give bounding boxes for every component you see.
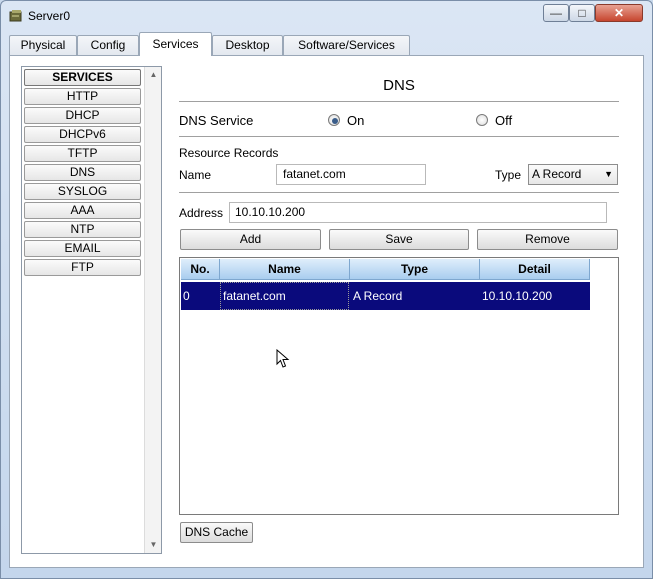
remove-button[interactable]: Remove xyxy=(477,229,618,250)
name-field[interactable]: fatanet.com xyxy=(276,164,426,185)
column-header-name[interactable]: Name xyxy=(220,259,350,280)
tab-physical[interactable]: Physical xyxy=(9,35,77,55)
page-title: DNS xyxy=(383,77,415,94)
window-title: Server0 xyxy=(28,9,71,23)
type-label: Type xyxy=(495,168,522,182)
address-label: Address xyxy=(179,206,224,220)
sidebar-item-ftp[interactable]: FTP xyxy=(24,259,141,276)
dns-on-label: On xyxy=(347,113,365,128)
resource-records-label: Resource Records xyxy=(179,146,279,160)
mouse-pointer-icon xyxy=(276,349,290,368)
add-button[interactable]: Add xyxy=(180,229,321,250)
address-field[interactable]: 10.10.10.200 xyxy=(229,202,607,223)
chevron-down-icon: ▼ xyxy=(604,169,613,179)
column-header-type[interactable]: Type xyxy=(350,259,480,280)
type-select[interactable]: A Record ▼ xyxy=(528,164,618,185)
column-header-no[interactable]: No. xyxy=(181,259,220,280)
tab-config[interactable]: Config xyxy=(77,35,139,55)
divider xyxy=(179,192,619,193)
close-button[interactable]: ✕ xyxy=(595,4,643,22)
services-header: SERVICES xyxy=(24,69,141,86)
sidebar-item-aaa[interactable]: AAA xyxy=(24,202,141,219)
tab-desktop[interactable]: Desktop xyxy=(212,35,283,55)
minimize-button[interactable]: — xyxy=(543,4,569,22)
save-button[interactable]: Save xyxy=(329,229,469,250)
tab-software-services[interactable]: Software/Services xyxy=(283,35,410,55)
tab-services[interactable]: Services xyxy=(139,32,212,56)
divider xyxy=(179,136,619,137)
dns-off-radio[interactable] xyxy=(476,114,488,126)
dns-service-label: DNS Service xyxy=(179,113,254,128)
sidebar-item-ntp[interactable]: NTP xyxy=(24,221,141,238)
sidebar-item-dhcp[interactable]: DHCP xyxy=(24,107,141,124)
sidebar-scrollbar[interactable]: ▲ ▼ xyxy=(144,67,161,553)
maximize-button[interactable]: □ xyxy=(569,4,595,22)
table-cell-detail: 10.10.10.200 xyxy=(482,289,553,303)
dns-on-radio[interactable] xyxy=(328,114,340,126)
table-cell-name: fatanet.com xyxy=(223,289,286,303)
sidebar-item-tftp[interactable]: TFTP xyxy=(24,145,141,162)
divider xyxy=(179,101,619,102)
sidebar-item-http[interactable]: HTTP xyxy=(24,88,141,105)
type-select-value: A Record xyxy=(532,167,582,181)
sidebar-item-dhcpv6[interactable]: DHCPv6 xyxy=(24,126,141,143)
scroll-up-icon[interactable]: ▲ xyxy=(146,68,161,82)
maximize-icon: □ xyxy=(578,6,586,20)
sidebar-item-email[interactable]: EMAIL xyxy=(24,240,141,257)
close-icon: ✕ xyxy=(613,6,625,20)
server-icon xyxy=(9,10,22,22)
column-header-detail[interactable]: Detail xyxy=(480,259,590,280)
dns-off-label: Off xyxy=(495,113,513,128)
scroll-down-icon[interactable]: ▼ xyxy=(146,538,161,552)
table-cell-type: A Record xyxy=(353,289,403,303)
minimize-icon: — xyxy=(550,6,562,20)
table-cell-no: 0 xyxy=(183,289,190,303)
sidebar-item-syslog[interactable]: SYSLOG xyxy=(24,183,141,200)
name-label: Name xyxy=(179,168,212,182)
sidebar-item-dns[interactable]: DNS xyxy=(24,164,141,181)
dns-cache-button[interactable]: DNS Cache xyxy=(180,522,253,543)
